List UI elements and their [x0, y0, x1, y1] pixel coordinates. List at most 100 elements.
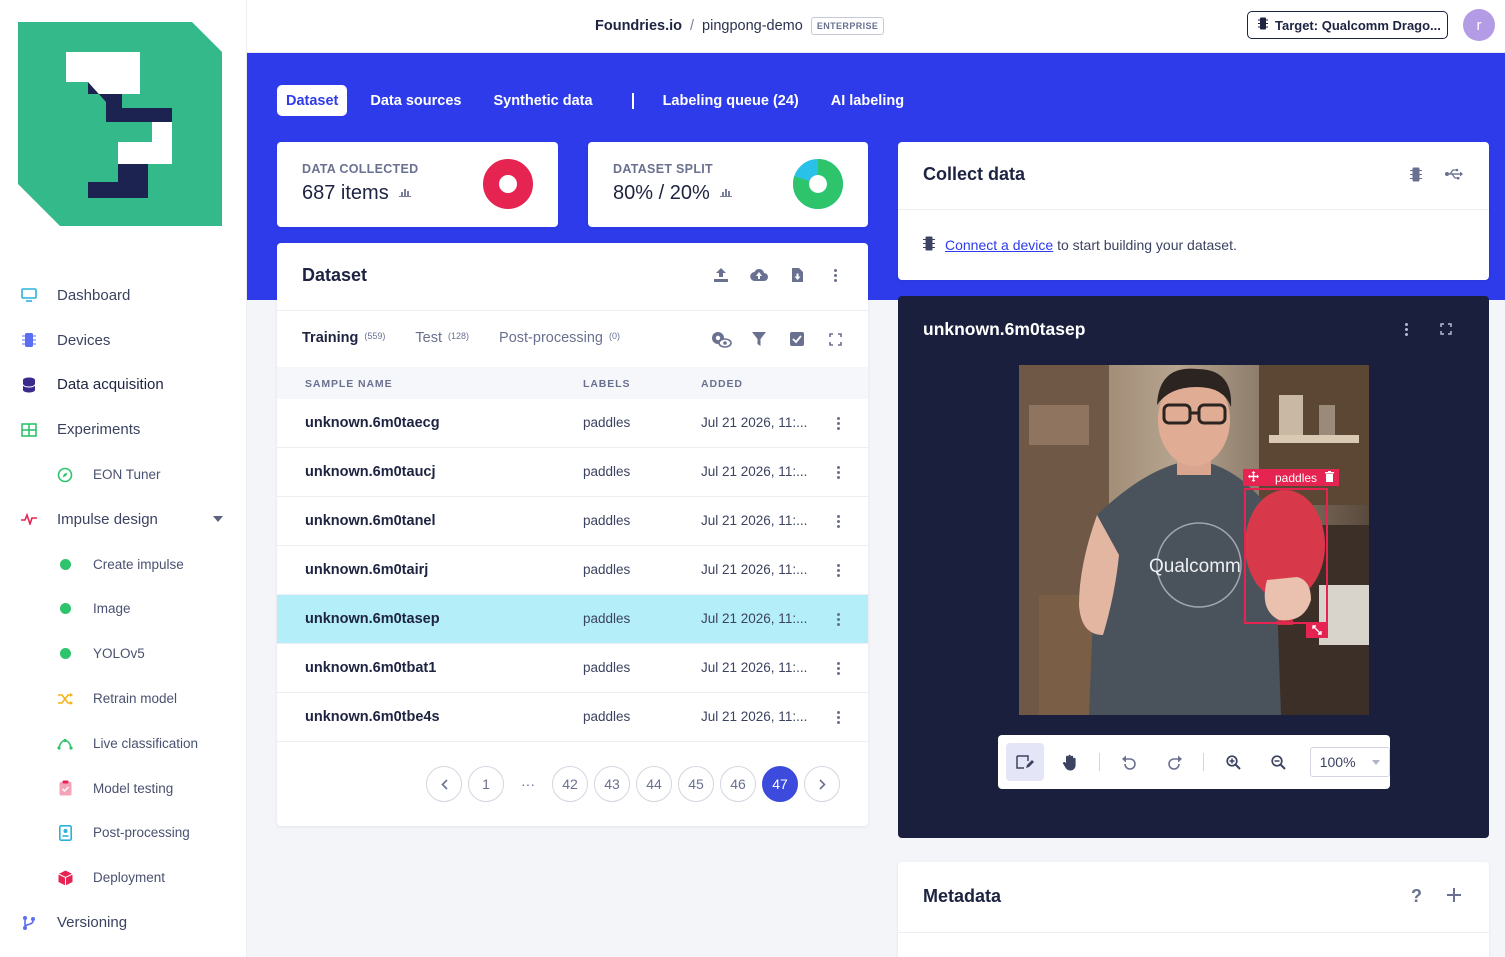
sidebar-item-image[interactable]: Image — [0, 587, 247, 632]
table-header: SAMPLE NAME LABELS ADDED — [277, 367, 868, 399]
sidebar-item-label: Versioning — [57, 914, 128, 932]
sidebar-item-deployment[interactable]: Deployment — [0, 855, 247, 900]
zoom-in-button[interactable] — [1214, 743, 1252, 781]
previous-page-button[interactable] — [426, 766, 462, 802]
next-page-button[interactable] — [804, 766, 840, 802]
tab-training[interactable]: Training (559) — [302, 330, 385, 346]
settings-eye-icon[interactable] — [710, 328, 732, 350]
sidebar-item-yolov5[interactable]: YOLOv5 — [0, 631, 247, 676]
tab-test[interactable]: Test (128) — [415, 330, 469, 346]
page-button[interactable]: 43 — [594, 766, 630, 802]
bar-chart-icon[interactable] — [398, 187, 411, 200]
zoom-out-button[interactable] — [1260, 743, 1298, 781]
edge-impulse-logo[interactable] — [18, 22, 222, 226]
sidebar-item-dashboard[interactable]: Dashboard — [0, 273, 247, 318]
more-options-icon[interactable] — [827, 412, 849, 434]
sidebar-item-label: Model testing — [93, 780, 174, 796]
divider — [898, 932, 1489, 933]
expand-icon[interactable] — [1435, 318, 1457, 340]
sidebar-item-model-testing[interactable]: Model testing — [0, 766, 247, 811]
breadcrumb-project[interactable]: pingpong-demo — [702, 18, 803, 34]
column-labels[interactable]: LABELS — [583, 378, 630, 390]
page-button[interactable]: 45 — [678, 766, 714, 802]
checkbox-select-icon[interactable] — [786, 328, 808, 350]
more-options-icon[interactable] — [1395, 318, 1417, 340]
tab-labeling-queue[interactable]: Labeling queue (24) — [654, 85, 808, 116]
upload-icon[interactable] — [710, 264, 732, 286]
compass-icon — [56, 466, 74, 484]
target-device-button[interactable]: Target: Qualcomm Drago... — [1247, 11, 1448, 39]
more-options-icon[interactable] — [827, 706, 849, 728]
pan-button[interactable] — [1052, 743, 1090, 781]
sidebar-item-create-impulse[interactable]: Create impulse — [0, 542, 247, 587]
page-button-first[interactable]: 1 — [468, 766, 504, 802]
tab-training-count: (559) — [364, 331, 386, 341]
column-sample-name[interactable]: SAMPLE NAME — [305, 378, 393, 390]
more-options-icon[interactable] — [827, 608, 849, 630]
sidebar-item-post-processing[interactable]: Post-processing — [0, 811, 247, 856]
file-export-icon[interactable] — [786, 264, 808, 286]
tab-dataset[interactable]: Dataset — [277, 85, 348, 116]
sidebar-item-live-classification[interactable]: Live classification — [0, 721, 247, 766]
tab-data-sources[interactable]: Data sources — [361, 85, 470, 116]
table-row[interactable]: unknown.6m0taecg paddles Jul 21 2026, 11… — [277, 399, 868, 448]
graph-icon — [56, 734, 74, 752]
table-row-selected[interactable]: unknown.6m0tasep paddles Jul 21 2026, 11… — [277, 595, 868, 644]
page-button[interactable]: 46 — [720, 766, 756, 802]
breadcrumb-org[interactable]: Foundries.io — [595, 18, 682, 34]
sidebar-item-impulse-design[interactable]: Impulse design — [0, 497, 247, 542]
connect-device-link[interactable]: Connect a device — [945, 237, 1053, 253]
undo-button[interactable] — [1110, 743, 1148, 781]
help-icon[interactable]: ? — [1411, 886, 1422, 907]
bar-chart-icon[interactable] — [719, 187, 732, 200]
cloud-upload-icon[interactable] — [748, 264, 770, 286]
sidebar-item-experiments[interactable]: Experiments — [0, 407, 247, 452]
bounding-box-label[interactable]: paddles — [1243, 469, 1340, 486]
more-options-icon[interactable] — [827, 510, 849, 532]
zoom-level-select[interactable]: 100% — [1309, 747, 1391, 777]
sidebar-item-label: YOLOv5 — [93, 646, 145, 662]
expand-icon[interactable] — [824, 328, 846, 350]
dataset-actions — [710, 264, 846, 286]
table-row[interactable]: unknown.6m0taucj paddles Jul 21 2026, 11… — [277, 448, 868, 497]
table-row[interactable]: unknown.6m0tairj paddles Jul 21 2026, 11… — [277, 546, 868, 595]
tab-synthetic-data[interactable]: Synthetic data — [484, 85, 601, 116]
move-icon[interactable] — [1248, 470, 1259, 485]
page-button[interactable]: 42 — [552, 766, 588, 802]
sample-viewer-title: unknown.6m0tasep — [923, 319, 1086, 339]
more-options-icon[interactable] — [824, 264, 846, 286]
sidebar-item-eon-tuner[interactable]: EON Tuner — [0, 452, 247, 497]
more-options-icon[interactable] — [827, 559, 849, 581]
collect-data-actions — [1405, 163, 1465, 185]
draw-box-button[interactable] — [1006, 743, 1044, 781]
page-button-current[interactable]: 47 — [762, 766, 798, 802]
resize-handle-icon[interactable] — [1306, 622, 1328, 638]
sample-name: unknown.6m0tairj — [305, 562, 429, 578]
tab-ai-labeling[interactable]: AI labeling — [822, 85, 913, 116]
tab-post-processing[interactable]: Post-processing (0) — [499, 330, 620, 346]
table-row[interactable]: unknown.6m0tbe4s paddles Jul 21 2026, 11… — [277, 693, 868, 742]
add-metadata-button[interactable] — [1447, 888, 1461, 907]
hand-icon — [1063, 754, 1077, 770]
avatar[interactable]: r — [1463, 9, 1495, 41]
more-options-icon[interactable] — [827, 461, 849, 483]
sample-image[interactable]: Qualcomm paddles — [1019, 365, 1369, 715]
column-added[interactable]: ADDED — [701, 378, 743, 390]
sidebar-item-data-acquisition[interactable]: Data acquisition — [0, 363, 247, 408]
trash-icon[interactable] — [1325, 470, 1335, 485]
redo-button[interactable] — [1156, 743, 1194, 781]
sidebar-item-devices[interactable]: Devices — [0, 318, 247, 363]
usb-icon[interactable] — [1443, 163, 1465, 185]
tab-divider — [631, 92, 634, 109]
more-options-icon[interactable] — [827, 657, 849, 679]
chip-icon[interactable] — [1405, 163, 1427, 185]
table-row[interactable]: unknown.6m0tbat1 paddles Jul 21 2026, 11… — [277, 644, 868, 693]
sidebar-item-versioning[interactable]: Versioning — [0, 900, 247, 945]
table-row[interactable]: unknown.6m0tanel paddles Jul 21 2026, 11… — [277, 497, 868, 546]
filter-icon[interactable] — [748, 328, 770, 350]
sidebar-item-retrain-model[interactable]: Retrain model — [0, 676, 247, 721]
page-button[interactable]: 44 — [636, 766, 672, 802]
chevron-down-icon[interactable] — [213, 516, 223, 523]
dataset-split-value: 80% / 20% — [613, 182, 732, 205]
bounding-box[interactable] — [1244, 488, 1328, 624]
